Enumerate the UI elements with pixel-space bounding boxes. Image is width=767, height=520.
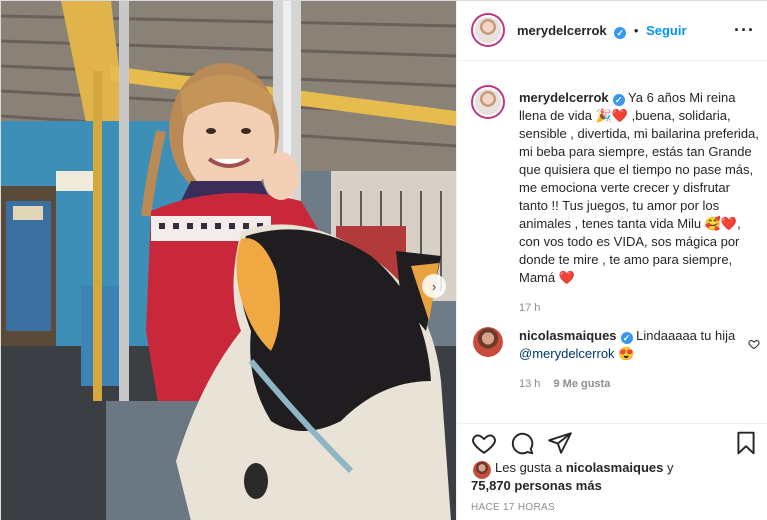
likes-connector: y bbox=[667, 460, 674, 475]
more-options-icon[interactable]: ··· bbox=[734, 20, 755, 41]
action-bar bbox=[457, 423, 767, 459]
comment-username[interactable]: nicolasmaiques bbox=[519, 328, 617, 343]
comment-time[interactable]: 13 h bbox=[519, 378, 540, 390]
instagram-post: › merydelcerrok ✓ • Seguir ··· merydelce… bbox=[0, 0, 767, 520]
save-bookmark-icon[interactable] bbox=[733, 430, 759, 456]
author-avatar[interactable] bbox=[471, 13, 505, 47]
chevron-right-icon: › bbox=[431, 278, 437, 294]
avatar-image bbox=[473, 327, 503, 357]
likes-summary: Les gusta a nicolasmaiques y 75,870 pers… bbox=[471, 459, 761, 495]
caption-avatar[interactable] bbox=[471, 85, 505, 119]
comment-text: Lindaaaaa tu hija bbox=[636, 328, 736, 343]
share-icon[interactable] bbox=[547, 430, 573, 456]
avatar-image bbox=[475, 17, 501, 43]
post-details-panel: merydelcerrok ✓ • Seguir ··· merydelcerr… bbox=[456, 1, 767, 520]
likes-count[interactable]: 75,870 personas más bbox=[471, 478, 602, 493]
post-photo[interactable]: › bbox=[1, 1, 456, 520]
separator-dot: • bbox=[633, 23, 639, 38]
commenter-avatar[interactable] bbox=[473, 327, 503, 357]
verified-badge-icon: ✓ bbox=[620, 332, 633, 344]
comment-icon[interactable] bbox=[509, 430, 535, 456]
verified-badge-icon: ✓ bbox=[614, 27, 627, 39]
caption: merydelcerrok ✓ Ya 6 años Mi reina llena … bbox=[519, 89, 759, 317]
verified-badge-icon: ✓ bbox=[612, 94, 625, 106]
next-photo-button[interactable]: › bbox=[422, 274, 446, 298]
post-header: merydelcerrok ✓ • Seguir ··· bbox=[457, 1, 767, 61]
likes-prefix: Les gusta a bbox=[495, 460, 563, 475]
caption-text: Ya 6 años Mi reina llena de vida 🎉❤️ ,bu… bbox=[519, 90, 759, 285]
comment: nicolasmaiques ✓ Lindaaaaa tu hija @meryd… bbox=[519, 327, 739, 393]
comment-like-heart-icon[interactable] bbox=[748, 338, 760, 350]
follow-button[interactable]: Seguir bbox=[646, 23, 686, 38]
likes-user[interactable]: nicolasmaiques bbox=[566, 460, 664, 475]
header-username[interactable]: merydelcerrok bbox=[517, 23, 607, 38]
carousel-photo-illustration bbox=[1, 1, 456, 520]
comment-emoji: 😍 bbox=[618, 346, 635, 361]
caption-time[interactable]: 17 h bbox=[519, 299, 759, 317]
header-meta: merydelcerrok ✓ • Seguir bbox=[517, 23, 687, 39]
comment-likes[interactable]: 9 Me gusta bbox=[553, 378, 610, 390]
post-timestamp[interactable]: HACE 17 HORAS bbox=[471, 502, 555, 513]
comment-mention[interactable]: @merydelcerrok bbox=[519, 346, 615, 361]
like-heart-icon[interactable] bbox=[471, 430, 497, 456]
caption-username[interactable]: merydelcerrok bbox=[519, 90, 609, 105]
avatar-image bbox=[475, 89, 501, 115]
comment-meta: 13 h 9 Me gusta bbox=[519, 375, 739, 393]
